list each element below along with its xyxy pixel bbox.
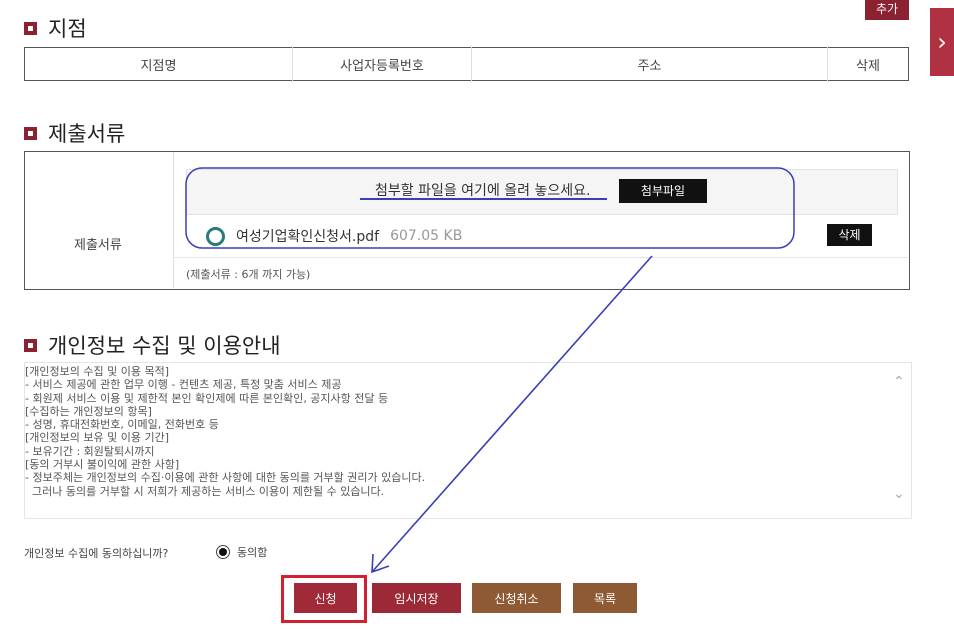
annotation-arrow-line [371, 255, 653, 573]
annotation-file-outline [185, 167, 795, 249]
annotation-overlay [185, 167, 795, 574]
